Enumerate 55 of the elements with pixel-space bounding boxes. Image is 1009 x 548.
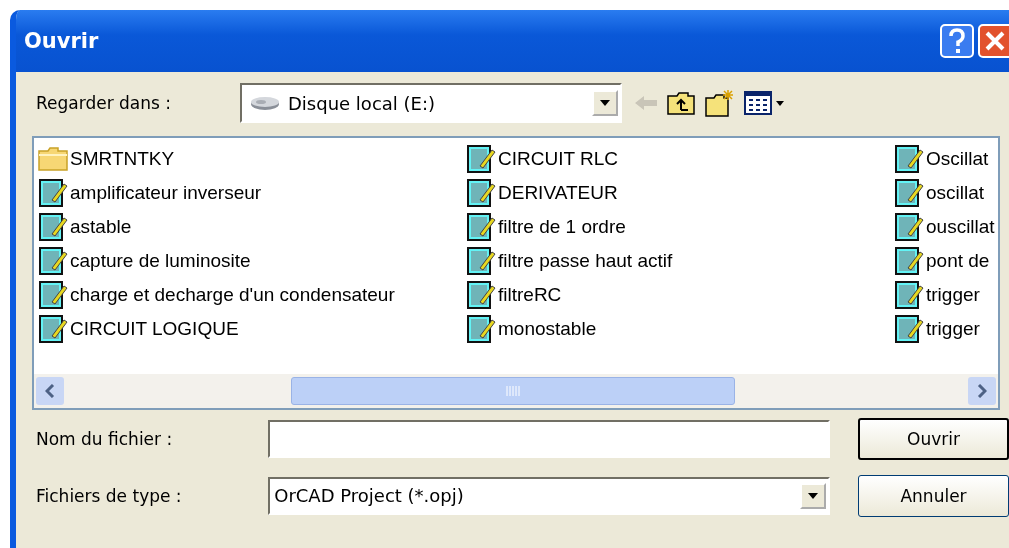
file-list-item[interactable]: CIRCUIT LOGIQUE: [38, 312, 466, 346]
file-list-item[interactable]: filtreRC: [466, 278, 894, 312]
file-list-item[interactable]: Oscillat: [894, 142, 998, 176]
file-list-item[interactable]: ouscillat: [894, 210, 998, 244]
file-list-item[interactable]: filtre passe haut actif: [466, 244, 894, 278]
drive-icon: [250, 95, 280, 111]
file-list-item[interactable]: filtre de 1 ordre: [466, 210, 894, 244]
document-pencil-icon: [894, 314, 924, 344]
scrollbar-thumb[interactable]: [291, 377, 735, 405]
look-in-dropdown[interactable]: Disque local (E:): [240, 83, 622, 123]
horizontal-scrollbar[interactable]: [34, 374, 998, 408]
file-name-field[interactable]: [268, 419, 831, 458]
document-pencil-icon: [466, 212, 496, 242]
file-list-item[interactable]: capture de luminosite: [38, 244, 466, 278]
folder-up-icon[interactable]: [666, 90, 696, 116]
document-pencil-icon: [466, 144, 496, 174]
file-list-item[interactable]: pont de: [894, 244, 998, 278]
file-list-item[interactable]: amplificateur inverseur: [38, 176, 466, 210]
document-pencil-icon: [466, 280, 496, 310]
help-icon[interactable]: [940, 24, 974, 58]
file-list-item[interactable]: DERIVATEUR: [466, 176, 894, 210]
document-pencil-icon: [38, 178, 68, 208]
file-list-item[interactable]: charge et decharge d'un condensateur: [38, 278, 466, 312]
open-button[interactable]: Ouvrir: [858, 417, 1009, 460]
file-type-dropdown[interactable]: OrCAD Project (*.opj): [268, 476, 831, 515]
file-list-item[interactable]: SMRTNTKY: [38, 142, 466, 176]
document-pencil-icon: [894, 212, 924, 242]
file-list-item[interactable]: astable: [38, 210, 466, 244]
cancel-button[interactable]: Annuler: [858, 474, 1009, 517]
look-in-label: Regarder dans :: [35, 93, 173, 113]
file-name-label: Nom du fichier :: [35, 428, 174, 449]
close-icon[interactable]: [978, 24, 1009, 58]
document-pencil-icon: [466, 246, 496, 276]
document-pencil-icon: [466, 314, 496, 344]
document-pencil-icon: [38, 246, 68, 276]
file-type-label: Fichiers de type :: [35, 485, 183, 506]
file-list-item[interactable]: trigger: [894, 278, 998, 312]
folder-icon: [38, 147, 68, 171]
view-menu-icon[interactable]: [744, 90, 786, 116]
document-pencil-icon: [38, 280, 68, 310]
document-pencil-icon: [38, 314, 68, 344]
scroll-left-icon[interactable]: [36, 377, 64, 405]
scroll-right-icon[interactable]: [968, 377, 996, 405]
file-list-item[interactable]: CIRCUIT RLC: [466, 142, 894, 176]
document-pencil-icon: [894, 246, 924, 276]
document-pencil-icon: [894, 144, 924, 174]
document-pencil-icon: [38, 212, 68, 242]
file-list-item[interactable]: monostable: [466, 312, 894, 346]
document-pencil-icon: [466, 178, 496, 208]
new-folder-icon[interactable]: [704, 88, 736, 118]
document-pencil-icon: [894, 178, 924, 208]
file-list-item[interactable]: trigger: [894, 312, 998, 346]
window-title: Ouvrir: [24, 29, 99, 53]
document-pencil-icon: [894, 280, 924, 310]
file-list-item[interactable]: oscillat: [894, 176, 998, 210]
